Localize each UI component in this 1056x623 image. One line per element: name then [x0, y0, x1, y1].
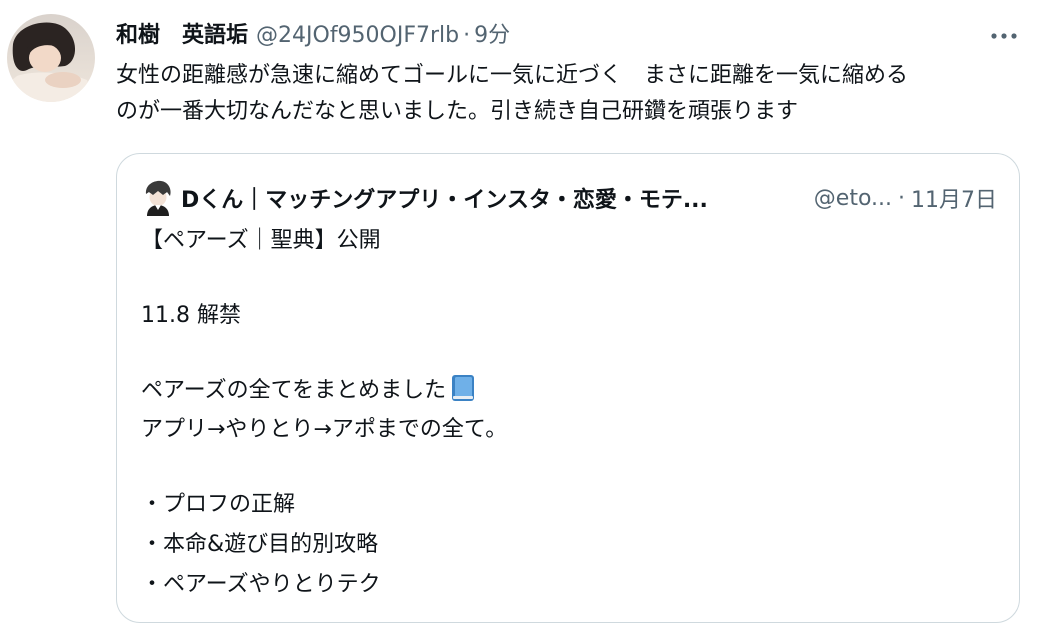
tweet-text-line: 女性の距離感が急速に縮めてゴールに一気に近づく まさに距離を一気に縮める [116, 63, 909, 88]
quoted-tweet-header: Dくん｜マッチングアプリ・インスタ・恋愛・モテ... @eto... · 11月… [143, 178, 997, 218]
author-handle[interactable]: @24JOf950OJF7rlb [256, 18, 459, 54]
author-avatar[interactable] [7, 14, 95, 102]
more-options-button[interactable] [986, 22, 1022, 50]
tweet-text-line: のが一番大切なんだなと思いました。引き続き自己研鑽を頑張ります [116, 99, 799, 124]
tweet-text: 女性の距離感が急速に縮めてゴールに一気に近づく まさに距離を一気に縮める のが一… [116, 58, 1028, 130]
separator-dot: · [463, 23, 471, 48]
more-dots-icon [991, 33, 1017, 39]
quoted-text-segment: ペアーズの全てをまとめました [141, 378, 447, 403]
tweet-timestamp[interactable]: 9分 [474, 18, 510, 54]
quoted-tweet-date[interactable]: 11月7日 [911, 182, 997, 214]
quoted-text-line: ・本命&遊び目的別攻略 [141, 532, 379, 557]
quoted-tweet[interactable]: Dくん｜マッチングアプリ・インスタ・恋愛・モテ... @eto... · 11月… [116, 153, 1020, 623]
quoted-text-line: ・ペアーズやりとりテク [141, 572, 381, 597]
author-name[interactable]: 和樹 英語垢 [116, 18, 248, 54]
quoted-text-line: 11.8 解禁 [141, 303, 241, 328]
quoted-author-name[interactable]: Dくん｜マッチングアプリ・インスタ・恋愛・モテ... [181, 182, 708, 214]
quoted-text-line: ・プロフの正解 [141, 492, 296, 517]
quoted-author-handle[interactable]: @eto... [814, 186, 892, 211]
quoted-text-line: アプリ→やりとり→アポまでの全て。 [141, 417, 508, 442]
tweet-header: 和樹 英語垢 @24JOf950OJF7rlb · 9分 [116, 18, 510, 54]
tweet[interactable]: 和樹 英語垢 @24JOf950OJF7rlb · 9分 女性の距離感が急速に縮… [0, 0, 1056, 623]
separator-dot: · [898, 185, 905, 211]
quoted-text-line: 【ペアーズ｜聖典】公開 [141, 228, 381, 253]
quoted-author-avatar[interactable] [143, 180, 173, 216]
